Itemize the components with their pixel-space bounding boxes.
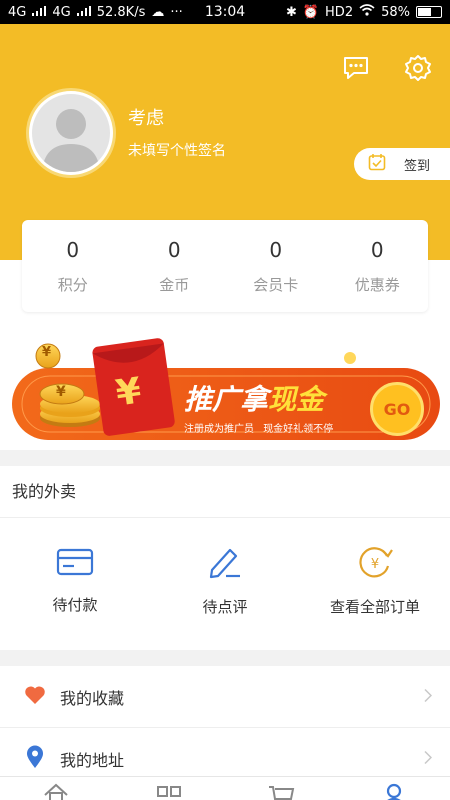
order-label: 查看全部订单 bbox=[329, 598, 420, 616]
stat-label: 会员卡 bbox=[253, 276, 299, 294]
stat-label: 积分 bbox=[57, 276, 88, 294]
order-label: 待付款 bbox=[52, 596, 98, 614]
menu-label: 我的地址 bbox=[60, 750, 125, 770]
battery-percent: 58% bbox=[381, 4, 410, 20]
more-dots-icon: ··· bbox=[170, 4, 183, 20]
wifi-icon bbox=[359, 4, 375, 20]
network-1: 4G bbox=[8, 4, 27, 20]
svg-text:¥: ¥ bbox=[371, 557, 379, 572]
checkin-button[interactable]: 签到 bbox=[354, 148, 450, 180]
avatar[interactable] bbox=[26, 88, 116, 178]
home-icon bbox=[42, 781, 70, 800]
stat-value: 0 bbox=[66, 238, 80, 262]
battery-icon bbox=[416, 6, 442, 18]
stats-card: 0 积分 0 金币 0 会员卡 0 优惠券 bbox=[22, 220, 428, 312]
go-label: GO bbox=[383, 399, 411, 419]
user-signature[interactable]: 未填写个性签名 bbox=[128, 140, 226, 160]
menu-list: 我的收藏 我的地址 bbox=[0, 666, 450, 790]
status-bar: 4G 4G 52.8K/s ☁ ··· 13:04 ✱ ⏰ HD2 58% bbox=[0, 0, 450, 24]
cart-icon bbox=[267, 781, 295, 800]
stat-label: 优惠券 bbox=[354, 276, 400, 294]
banner-subtitle: 注册成为推广员 现金好礼领不停 bbox=[184, 420, 333, 435]
alarm-icon: ⏰ bbox=[302, 4, 320, 20]
chevron-right-icon bbox=[424, 687, 433, 706]
hd-label: HD2 bbox=[325, 4, 354, 20]
location-icon bbox=[24, 745, 46, 773]
chevron-right-icon bbox=[424, 749, 433, 768]
order-pending-payment[interactable]: 待付款 bbox=[0, 546, 150, 617]
coin-yen-top: ¥ bbox=[42, 345, 52, 360]
tab-home[interactable] bbox=[0, 777, 113, 800]
orders-title: 我的外卖 bbox=[0, 466, 450, 518]
stat-points[interactable]: 0 积分 bbox=[22, 220, 124, 312]
go-button[interactable]: GO bbox=[370, 382, 424, 436]
tab-cart[interactable] bbox=[225, 777, 338, 800]
stat-value: 0 bbox=[167, 238, 181, 262]
order-view-all[interactable]: ¥ 查看全部订单 bbox=[300, 546, 450, 617]
tab-categories[interactable] bbox=[113, 777, 226, 800]
stat-coins[interactable]: 0 金币 bbox=[124, 220, 226, 312]
pen-icon bbox=[206, 546, 244, 584]
banner-subtitle-2: 现金好礼领不停 bbox=[263, 424, 334, 435]
promo-banner[interactable]: ¥ ¥ ¥ 推广拿现金 注册成为推广员 现金好礼领不停 GO bbox=[12, 330, 440, 442]
card-icon bbox=[56, 546, 94, 582]
banner-subtitle-1: 注册成为推广员 bbox=[184, 424, 254, 435]
network-2: 4G bbox=[52, 4, 71, 20]
stat-value: 0 bbox=[370, 238, 384, 262]
default-user-icon bbox=[32, 94, 110, 172]
checkin-label: 签到 bbox=[404, 158, 431, 174]
signal-icon-2 bbox=[76, 5, 91, 20]
user-name[interactable]: 考虑 bbox=[128, 104, 164, 130]
network-speed: 52.8K/s bbox=[96, 4, 146, 20]
settings-gear-icon[interactable] bbox=[404, 54, 432, 82]
calendar-check-icon bbox=[368, 153, 386, 175]
bottom-tab-bar bbox=[0, 776, 450, 800]
cloud-icon: ☁ bbox=[151, 4, 165, 20]
grid-icon bbox=[155, 781, 183, 800]
banner-title-main: 推广拿 bbox=[184, 383, 269, 416]
message-icon[interactable] bbox=[342, 54, 370, 82]
stat-value: 0 bbox=[269, 238, 283, 262]
bluetooth-icon: ✱ bbox=[285, 4, 297, 20]
stat-coupons[interactable]: 0 优惠券 bbox=[327, 220, 429, 312]
heart-icon bbox=[24, 685, 46, 709]
yen-refresh-icon: ¥ bbox=[356, 546, 394, 584]
stat-member-cards[interactable]: 0 会员卡 bbox=[225, 220, 327, 312]
banner-title-highlight: 现金 bbox=[268, 383, 325, 416]
menu-label: 我的收藏 bbox=[60, 688, 125, 708]
tab-profile[interactable] bbox=[338, 777, 450, 800]
coin-yen-stack: ¥ bbox=[56, 384, 66, 400]
banner-title: 推广拿现金 bbox=[184, 378, 324, 418]
menu-item-favorites[interactable]: 我的收藏 bbox=[0, 666, 450, 728]
orders-section: 我的外卖 待付款 待点评 ¥ 查看全部订单 bbox=[0, 466, 450, 650]
order-pending-review[interactable]: 待点评 bbox=[150, 546, 300, 617]
signal-icon bbox=[32, 5, 47, 20]
user-icon bbox=[380, 781, 408, 800]
order-label: 待点评 bbox=[202, 598, 248, 616]
stat-label: 金币 bbox=[159, 276, 190, 294]
